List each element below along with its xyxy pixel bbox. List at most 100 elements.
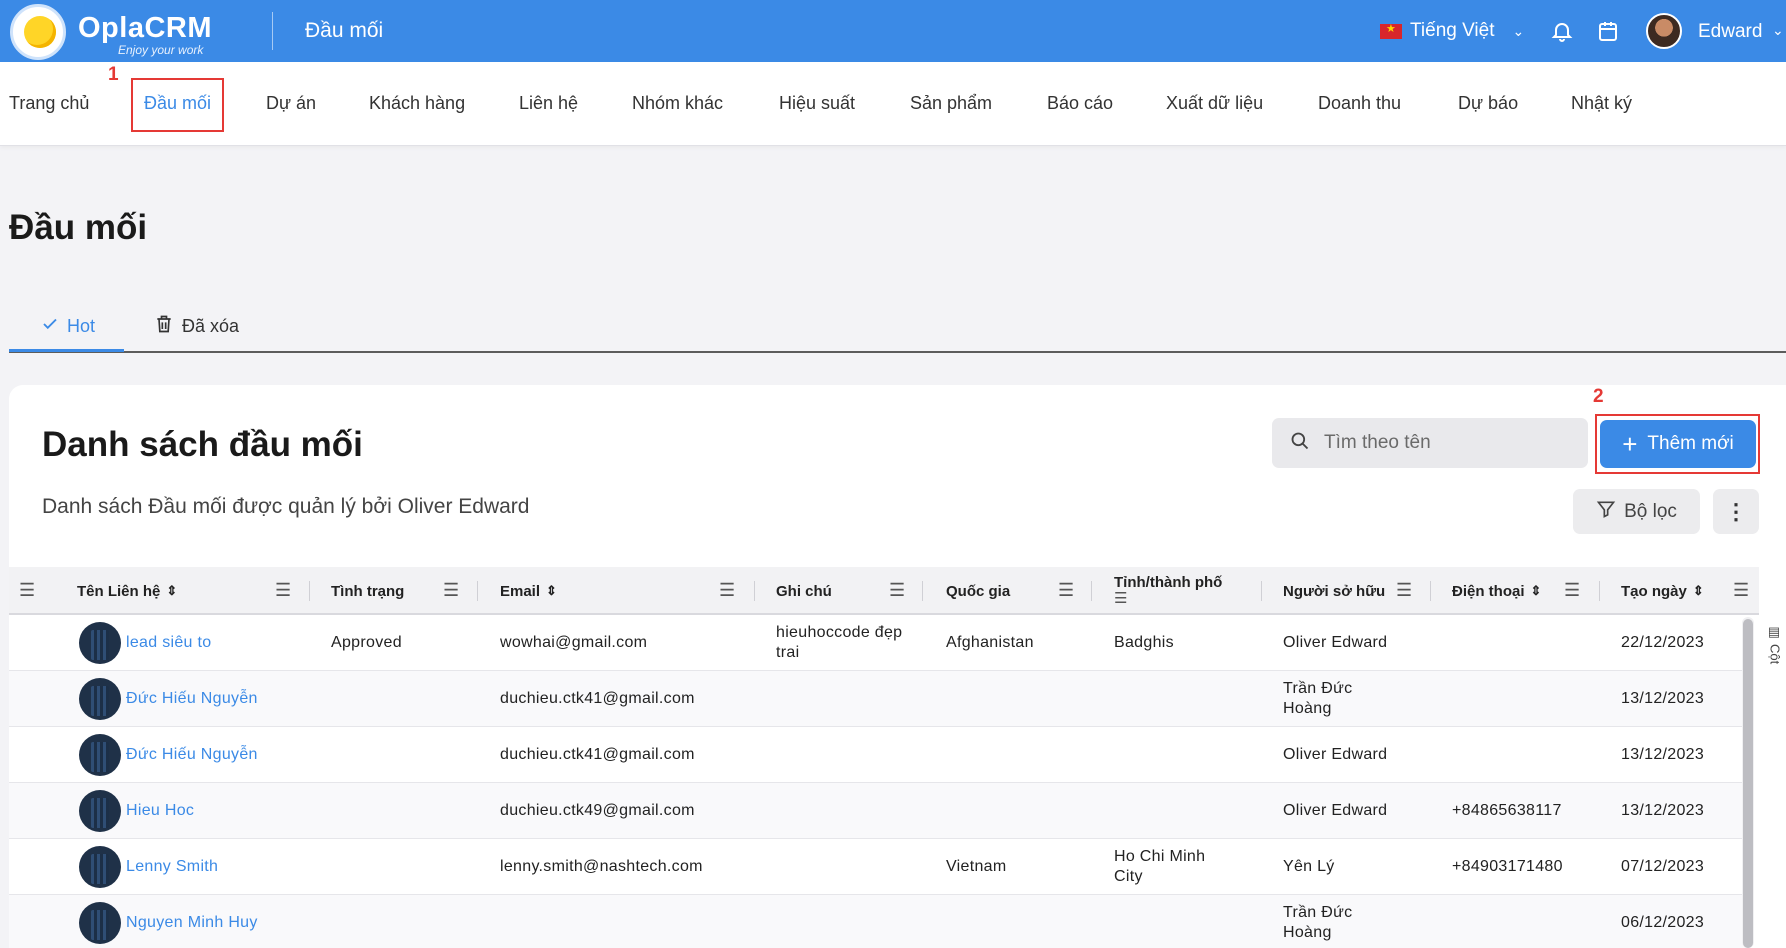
columns-panel-toggle[interactable]: ▤ Cột <box>1765 625 1785 685</box>
created-date-cell: 07/12/2023 <box>1621 858 1705 875</box>
created-date-cell: 13/12/2023 <box>1621 802 1705 819</box>
column-menu-icon[interactable]: ☰ <box>1114 589 1127 607</box>
lead-avatar <box>79 846 121 888</box>
lead-name-link[interactable]: Đức Hiếu Nguyễn <box>126 727 258 783</box>
nav-item-projects[interactable]: Dự án <box>266 93 316 114</box>
column-header-created[interactable]: Tạo ngày ⇕ <box>1621 567 1704 615</box>
nav-item-products[interactable]: Sản phẩm <box>910 93 992 114</box>
table-row[interactable]: Đức Hiếu Nguyễn duchieu.ctk41@gmail.com … <box>9 671 1749 727</box>
column-header-province[interactable]: Tỉnh/thành phố <box>1114 558 1222 606</box>
column-name-label: Tên Liên hệ <box>77 582 161 600</box>
lead-name-link[interactable]: Nguyen Minh Huy <box>126 895 258 948</box>
lead-avatar <box>79 622 121 664</box>
filter-label: Bộ lọc <box>1624 500 1677 522</box>
column-header-email[interactable]: Email ⇕ <box>500 567 557 615</box>
topbar-section-title: Đầu mối <box>305 19 384 42</box>
row-menu-icon[interactable]: ☰ <box>19 580 35 601</box>
column-header-owner[interactable]: Người sở hữu <box>1283 567 1385 615</box>
filter-button[interactable]: Bộ lọc <box>1573 489 1700 534</box>
user-name[interactable]: Edward <box>1698 21 1762 43</box>
search-input[interactable] <box>1324 432 1564 454</box>
table-row[interactable]: lead siêu to Approved wowhai@gmail.com h… <box>9 615 1749 671</box>
user-menu-chevron-icon[interactable]: ⌄ <box>1772 22 1784 39</box>
user-avatar[interactable] <box>1646 13 1682 49</box>
tab-hot[interactable]: Hot <box>41 308 95 344</box>
column-separator <box>1261 581 1262 601</box>
column-separator <box>922 581 923 601</box>
lead-name-link[interactable]: lead siêu to <box>126 615 211 671</box>
column-menu-icon[interactable]: ☰ <box>1058 580 1074 601</box>
table-row[interactable]: Lenny Smith lenny.smith@nashtech.com Vie… <box>9 839 1749 895</box>
country-cell: Afghanistan <box>946 634 1034 651</box>
owner-cell: Oliver Edward <box>1283 746 1388 763</box>
table-body: lead siêu to Approved wowhai@gmail.com h… <box>9 615 1749 948</box>
card-subtitle: Danh sách Đầu mối được quản lý bởi Olive… <box>42 495 530 518</box>
phone-cell: +84903171480 <box>1452 858 1563 875</box>
owner-cell: Oliver Edward <box>1283 634 1388 651</box>
more-options-button[interactable]: ⋮ <box>1713 489 1759 534</box>
created-date-cell: 13/12/2023 <box>1621 746 1705 763</box>
nav-item-other-groups[interactable]: Nhóm khác <box>632 93 723 114</box>
language-selector[interactable]: Tiếng Việt ⌄ <box>1380 18 1524 44</box>
column-menu-icon[interactable]: ☰ <box>443 580 459 601</box>
nav-item-log[interactable]: Nhật ký <box>1571 93 1632 114</box>
table-row[interactable]: Đức Hiếu Nguyễn duchieu.ctk41@gmail.com … <box>9 727 1749 783</box>
scrollbar-thumb[interactable] <box>1743 619 1753 948</box>
column-menu-icon[interactable]: ☰ <box>1564 580 1580 601</box>
chevron-down-icon: ⌄ <box>1512 22 1525 39</box>
table-scrollbar[interactable] <box>1742 617 1754 948</box>
app-logo[interactable]: OplaCRM Enjoy your work <box>8 2 238 60</box>
email-cell: duchieu.ctk49@gmail.com <box>500 802 695 819</box>
nav-item-customers[interactable]: Khách hàng <box>369 93 465 114</box>
column-header-name[interactable]: Tên Liên hệ ⇕ <box>77 567 177 615</box>
sort-icon[interactable]: ⇕ <box>1693 583 1704 599</box>
nav-item-contacts[interactable]: Liên hệ <box>519 93 578 114</box>
column-header-country[interactable]: Quốc gia <box>946 567 1010 615</box>
email-cell: wowhai@gmail.com <box>500 634 648 651</box>
column-menu-icon[interactable]: ☰ <box>1396 580 1412 601</box>
logo-yolk <box>24 16 56 48</box>
column-header-status[interactable]: Tình trạng <box>331 567 404 615</box>
page-title: Đầu mối <box>9 208 148 247</box>
province-cell: Ho Chi Minh City <box>1114 848 1206 885</box>
trash-icon <box>154 313 174 340</box>
tab-deleted[interactable]: Đã xóa <box>154 308 239 344</box>
main-nav: Trang chủ Đầu mối Dự án Khách hàng Liên … <box>0 62 1786 146</box>
notification-bell-icon[interactable] <box>1548 17 1576 45</box>
nav-item-revenue[interactable]: Doanh thu <box>1318 93 1401 114</box>
calendar-icon[interactable] <box>1594 17 1622 45</box>
lead-avatar <box>79 678 121 720</box>
column-separator <box>1091 581 1092 601</box>
nav-item-home[interactable]: Trang chủ <box>9 93 89 114</box>
sort-icon[interactable]: ⇕ <box>166 583 177 599</box>
search-box[interactable] <box>1272 418 1588 468</box>
lead-name-link[interactable]: Đức Hiếu Nguyễn <box>126 671 258 727</box>
owner-cell: Trần Đức Hoàng <box>1283 680 1353 717</box>
active-tab-indicator <box>9 349 124 352</box>
owner-cell: Trần Đức Hoàng <box>1283 904 1353 941</box>
lead-avatar <box>79 734 121 776</box>
logo-name: OplaCRM <box>78 12 212 44</box>
check-icon <box>41 315 59 338</box>
sort-icon[interactable]: ⇕ <box>546 583 557 599</box>
column-menu-icon[interactable]: ☰ <box>889 580 905 601</box>
lead-name-link[interactable]: Lenny Smith <box>126 839 218 895</box>
nav-item-reports[interactable]: Báo cáo <box>1047 93 1113 114</box>
column-menu-icon[interactable]: ☰ <box>275 580 291 601</box>
nav-item-forecast[interactable]: Dự báo <box>1458 93 1518 114</box>
lead-name-link[interactable]: Hieu Hoc <box>126 783 194 839</box>
column-header-phone[interactable]: Điện thoại ⇕ <box>1452 567 1541 615</box>
sort-icon[interactable]: ⇕ <box>1531 583 1542 599</box>
column-header-note[interactable]: Ghi chú <box>776 567 832 615</box>
created-date-cell: 22/12/2023 <box>1621 634 1705 651</box>
table-row[interactable]: Nguyen Minh Huy Trần Đức Hoàng 06/12/202… <box>9 895 1749 948</box>
column-menu-icon[interactable]: ☰ <box>1733 580 1749 601</box>
lead-avatar <box>79 902 121 944</box>
column-phone-label: Điện thoại <box>1452 582 1525 600</box>
tab-deleted-label: Đã xóa <box>182 315 240 336</box>
column-menu-icon[interactable]: ☰ <box>719 580 735 601</box>
nav-item-performance[interactable]: Hiệu suất <box>779 93 855 114</box>
table-row[interactable]: Hieu Hoc duchieu.ctk49@gmail.com Oliver … <box>9 783 1749 839</box>
filter-icon <box>1596 499 1616 525</box>
nav-item-export-data[interactable]: Xuất dữ liệu <box>1166 93 1263 114</box>
